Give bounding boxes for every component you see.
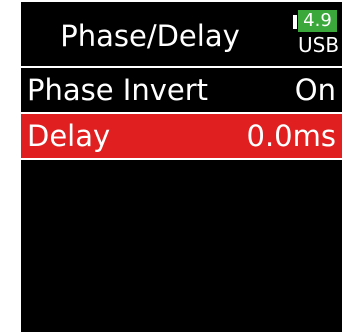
screen-title: Phase/Delay (60, 19, 240, 53)
battery-voltage: 4.9 (298, 10, 337, 32)
menu-item-label: Delay (27, 119, 111, 153)
menu-item-delay[interactable]: Delay 0.0ms (21, 114, 342, 158)
divider (21, 158, 342, 160)
battery-indicator: 4.9 USB (293, 6, 341, 60)
screen-header: Phase/Delay 4.9 USB (21, 2, 342, 68)
power-source-label: USB (298, 33, 340, 57)
menu-item-phase-invert[interactable]: Phase Invert On (21, 68, 342, 112)
menu-item-value: On (294, 73, 336, 107)
device-screen: Phase/Delay 4.9 USB Phase Invert On Dela… (21, 2, 342, 332)
menu-item-label: Phase Invert (27, 73, 209, 107)
menu-item-value: 0.0ms (246, 119, 336, 153)
battery-terminal-icon (293, 15, 297, 29)
